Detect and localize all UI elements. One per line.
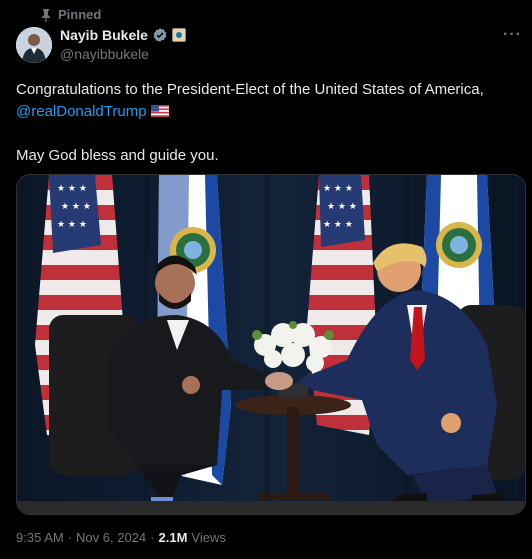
tweet-text: Congratulations to the President-Elect o… [16, 79, 521, 189]
tweet-paragraph-1: Congratulations to the President-Elect o… [16, 79, 521, 123]
pinned-indicator: Pinned [40, 7, 101, 22]
svg-text:★ ★ ★: ★ ★ ★ [57, 184, 87, 194]
tweet-line-1: Congratulations to the President-Elect o… [16, 81, 484, 98]
avatar[interactable] [16, 27, 52, 63]
affiliation-badge-icon[interactable] [171, 28, 186, 42]
tweet-date[interactable]: Nov 6, 2024 [76, 530, 146, 545]
svg-text:★ ★ ★: ★ ★ ★ [323, 220, 353, 230]
tweet-line-2: May God bless and guide you. [16, 147, 219, 164]
tweet-photo[interactable]: ★ ★ ★ ★ ★ ★ ★ ★ ★ ★ ★ ★ ★ ★ ★ ★ ★ ★ [16, 174, 526, 515]
more-options-icon[interactable]: ··· [503, 26, 522, 44]
views-count[interactable]: 2.1M [159, 530, 188, 545]
author-name-row: Nayib Bukele [60, 27, 186, 43]
svg-text:★ ★ ★: ★ ★ ★ [327, 202, 357, 212]
meta-separator: · [67, 530, 73, 545]
svg-text:★ ★ ★: ★ ★ ★ [323, 184, 353, 194]
us-flag-icon [150, 105, 169, 117]
svg-text:★ ★ ★: ★ ★ ★ [57, 220, 87, 230]
meta-separator: · [150, 530, 155, 545]
author-display-name[interactable]: Nayib Bukele [60, 27, 148, 43]
author-handle[interactable]: @nayibbukele [60, 46, 149, 62]
pinned-label: Pinned [58, 7, 102, 22]
tweet-paragraph-2: May God bless and guide you. [16, 145, 521, 167]
photo-image: ★ ★ ★ ★ ★ ★ ★ ★ ★ ★ ★ ★ ★ ★ ★ ★ ★ ★ [17, 175, 525, 514]
verified-badge-icon[interactable] [152, 27, 168, 43]
mention-link[interactable]: @realDonaldTrump [16, 103, 147, 120]
svg-text:★ ★ ★: ★ ★ ★ [61, 202, 91, 212]
avatar-image [16, 27, 52, 63]
tweet-time[interactable]: 9:35 AM [16, 530, 64, 545]
pin-icon [42, 8, 50, 22]
tweet-meta: 9:35 AM · Nov 6, 2024 · 2.1M Views [16, 530, 226, 545]
views-label[interactable]: Views [191, 530, 225, 545]
